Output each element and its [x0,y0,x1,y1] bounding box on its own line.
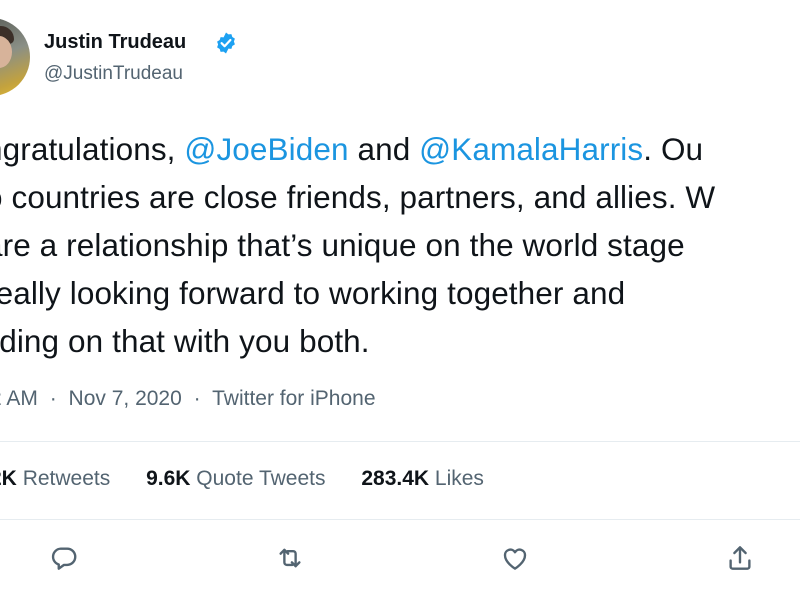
retweets-label: Retweets [22,467,111,490]
retweet-icon [279,548,301,568]
mention-link[interactable]: @KamalaHarris [419,131,643,167]
tweet-text-line: are a relationship that’s unique on the … [0,221,800,269]
tweet-date[interactable]: Nov 7, 2020 [69,387,182,410]
quote-tweets-stat[interactable]: 9.6K Quote Tweets [146,467,325,491]
tweet-text-line: o countries are close friends, partners,… [0,173,800,221]
share-icon [729,546,751,570]
tweet-text-line: ilding on that with you both. [0,317,800,365]
quote-tweets-count: 9.6K [146,467,191,490]
like-icon [503,548,527,570]
tweet-text-segment: ngratulations, [0,131,185,167]
retweets-stat[interactable]: 2K Retweets [0,467,110,491]
divider [0,519,800,520]
tweet-text-segment: and [348,131,420,167]
share-button[interactable] [720,538,760,578]
author-handle[interactable]: @JustinTrudeau [44,63,183,85]
tweet-text-line: ngratulations, @JoeBiden and @KamalaHarr… [0,125,800,173]
tweet-meta: 2 AM · Nov 7, 2020 · Twitter for iPhone [0,387,376,411]
mention-link[interactable]: @JoeBiden [184,131,348,167]
tweet-text: ngratulations, @JoeBiden and @KamalaHarr… [0,125,800,365]
tweet-card: Justin Trudeau @JustinTrudeau ngratulati… [0,0,800,600]
meta-separator: · [193,387,201,410]
divider [0,441,800,442]
tweet-text-line: really looking forward to working togeth… [0,269,800,317]
retweet-button[interactable] [270,538,310,578]
tweet-text-segment: ilding on that with you both. [0,323,370,359]
tweet-text-segment: are a relationship that’s unique on the … [0,227,685,263]
reply-icon [51,547,77,570]
tweet-time[interactable]: 2 AM [0,387,38,410]
retweets-count: 2K [0,467,17,490]
likes-count: 283.4K [361,467,430,490]
tweet-text-segment: o countries are close friends, partners,… [0,179,716,215]
avatar[interactable] [0,18,30,96]
quote-tweets-label: Quote Tweets [196,467,326,490]
like-button[interactable] [495,538,535,578]
likes-stat[interactable]: 283.4K Likes [361,467,484,491]
meta-separator: · [49,387,57,410]
author-name[interactable]: Justin Trudeau [44,31,186,54]
tweet-source[interactable]: Twitter for iPhone [212,387,375,410]
verified-badge-icon [217,32,235,54]
likes-label: Likes [434,467,484,490]
reply-button[interactable] [44,538,84,578]
tweet-stats: 2K Retweets 9.6K Quote Tweets 283.4K Lik… [0,467,514,491]
tweet-text-segment: . Ou [643,131,704,167]
tweet-text-segment: really looking forward to working togeth… [0,275,626,311]
